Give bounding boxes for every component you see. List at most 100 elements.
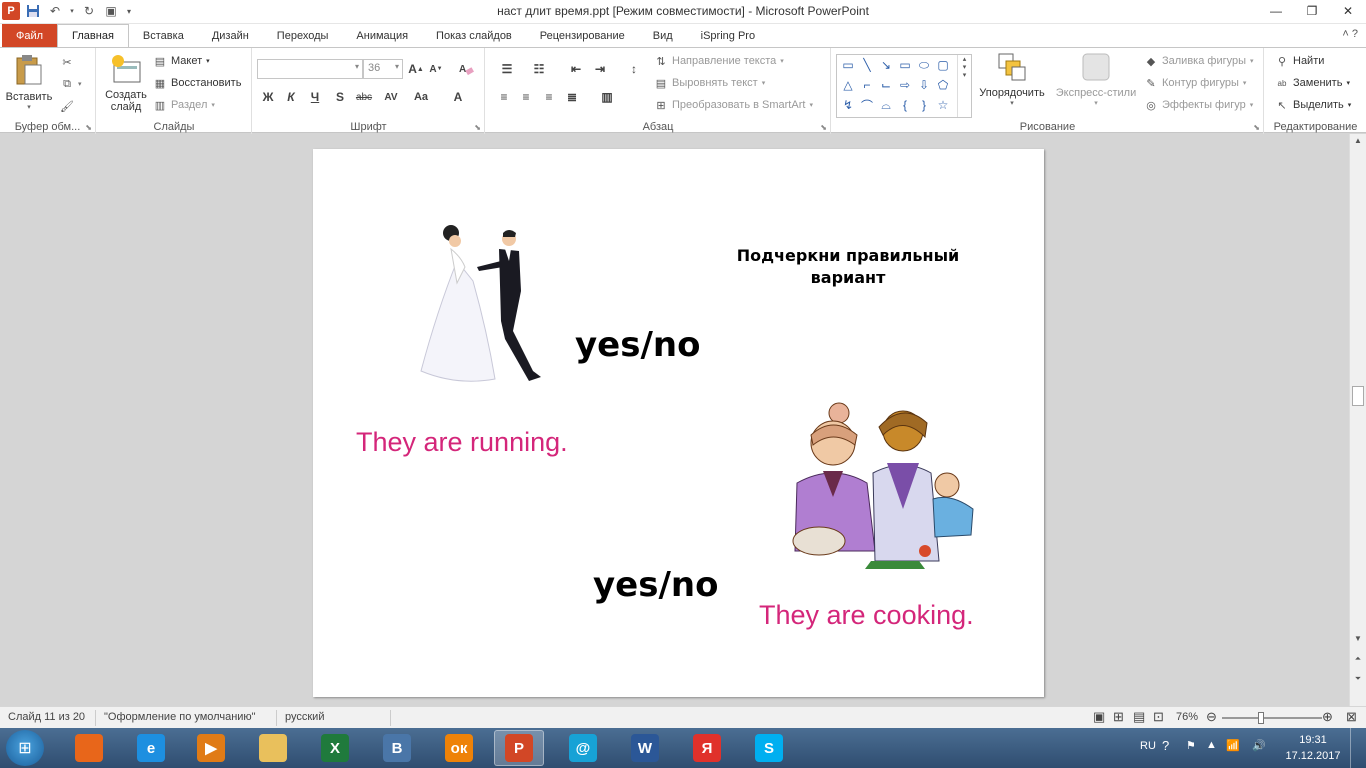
bullets-icon[interactable]: ☰ bbox=[494, 59, 520, 79]
underline-button[interactable]: Ч bbox=[306, 87, 324, 107]
help-tray-icon[interactable]: ? bbox=[1162, 738, 1169, 753]
right-brace-shape-icon[interactable]: } bbox=[915, 96, 933, 114]
tab-insert[interactable]: Вставка bbox=[129, 24, 198, 47]
undo-dropdown-icon[interactable]: ▾ bbox=[68, 2, 76, 20]
customize-qat-icon[interactable]: ▾ bbox=[124, 2, 134, 20]
sentence-cooking[interactable]: They are cooking. bbox=[759, 600, 974, 631]
reset-button[interactable]: ▦ Восстановить bbox=[153, 73, 242, 93]
arc-shape-icon[interactable]: ⌓ bbox=[877, 96, 895, 114]
shape-fill-button[interactable]: ◆ Заливка фигуры ▾ bbox=[1144, 51, 1254, 71]
new-slide-button[interactable]: Создать слайд bbox=[101, 54, 151, 113]
show-hidden-icons-icon[interactable]: ▲ bbox=[1206, 739, 1217, 751]
numbering-icon[interactable]: ☷ bbox=[526, 59, 552, 79]
next-slide-icon[interactable]: ⏷ bbox=[1350, 674, 1366, 684]
change-case-button[interactable]: Aa bbox=[409, 87, 433, 107]
clock-date[interactable]: 17.12.2017 bbox=[1284, 750, 1342, 762]
restore-icon[interactable]: ❐ bbox=[1294, 0, 1330, 22]
vertical-scrollbar[interactable]: ▲ ▼ ⏶ ⏷ bbox=[1349, 134, 1366, 706]
justify-icon[interactable]: ≣ bbox=[562, 87, 582, 107]
windows-start-icon[interactable]: ⊞ bbox=[6, 730, 44, 766]
language-indicator[interactable]: русский bbox=[285, 711, 324, 723]
clock-time[interactable]: 19:31 bbox=[1286, 734, 1340, 746]
shadow-button[interactable]: S bbox=[331, 87, 349, 107]
network-icon[interactable]: 📶 bbox=[1226, 739, 1240, 752]
slide-sorter-icon[interactable]: ⊞ bbox=[1113, 709, 1124, 725]
line-spacing-icon[interactable]: ↕ bbox=[622, 59, 646, 79]
cut-button[interactable]: ✂ bbox=[60, 52, 74, 72]
select-button[interactable]: ↖ Выделить ▾ bbox=[1275, 95, 1351, 115]
save-icon[interactable] bbox=[24, 2, 42, 20]
tab-transitions[interactable]: Переходы bbox=[263, 24, 343, 47]
new-slide-qat-icon[interactable]: ▣ bbox=[102, 2, 120, 20]
volume-icon[interactable]: 🔊 bbox=[1252, 739, 1266, 752]
right-arrow-shape-icon[interactable]: ⇨ bbox=[896, 76, 914, 94]
slideshow-view-icon[interactable]: ⊡ bbox=[1153, 709, 1164, 725]
taskbar-app-media-player[interactable]: ▶ bbox=[186, 730, 236, 766]
taskbar-app-word[interactable]: W bbox=[620, 730, 670, 766]
align-left-icon[interactable]: ≡ bbox=[494, 87, 514, 107]
line-shape-icon[interactable]: ╲ bbox=[858, 56, 876, 74]
zoom-out-icon[interactable]: ⊖ bbox=[1206, 709, 1217, 725]
copy-button[interactable]: ⧉ ▾ bbox=[60, 74, 81, 94]
fit-to-window-icon[interactable]: ⊠ bbox=[1346, 709, 1357, 725]
down-arrow-shape-icon[interactable]: ⇩ bbox=[915, 76, 933, 94]
taskbar-app-powerpoint[interactable]: P bbox=[494, 730, 544, 766]
theme-name[interactable]: "Оформление по умолчанию" bbox=[104, 711, 256, 723]
tab-design[interactable]: Дизайн bbox=[198, 24, 263, 47]
shapes-gallery[interactable]: ▭ ╲ ↘ ▭ ⬭ ▢ △ ⌐ ⌙ ⇨ ⇩ ⬠ ↯ ⌒ ⌓ { } ☆ ▴ ▾ ▾ bbox=[836, 54, 972, 118]
yes-no-choice-1[interactable]: yes/no bbox=[575, 325, 700, 365]
quick-styles-button[interactable]: Экспресс-стили ▾ bbox=[1052, 52, 1140, 107]
taskbar-app-mail-agent[interactable]: @ bbox=[558, 730, 608, 766]
paste-dropdown-icon[interactable]: ▾ bbox=[4, 103, 54, 111]
powerpoint-app-icon[interactable]: P bbox=[2, 2, 20, 20]
paste-button[interactable]: Вставить ▾ bbox=[4, 54, 54, 111]
grow-font-icon[interactable]: A ▲ bbox=[407, 59, 425, 79]
font-size-combo[interactable]: 36 ▾ bbox=[363, 59, 403, 79]
char-spacing-button[interactable]: AV bbox=[379, 87, 403, 107]
align-text-button[interactable]: ▤ Выровнять текст ▾ bbox=[654, 73, 765, 93]
cooking-family-image[interactable] bbox=[775, 401, 993, 577]
tab-review[interactable]: Рецензирование bbox=[526, 24, 639, 47]
normal-view-icon[interactable]: ▣ bbox=[1093, 709, 1105, 725]
textbox-shape-icon[interactable]: ▭ bbox=[839, 56, 857, 74]
taskbar-app-explorer[interactable] bbox=[248, 730, 298, 766]
decrease-indent-icon[interactable]: ⇤ bbox=[566, 59, 586, 79]
rectangle-shape-icon[interactable]: ▭ bbox=[896, 56, 914, 74]
dancing-couple-image[interactable] bbox=[417, 221, 551, 387]
tray-icon[interactable]: ⚑ bbox=[1186, 739, 1196, 752]
arrange-button[interactable]: Упорядочить ▾ bbox=[976, 52, 1048, 107]
zoom-slider[interactable] bbox=[1222, 712, 1322, 724]
smartart-button[interactable]: ⊞ Преобразовать в SmartArt ▾ bbox=[654, 95, 813, 115]
tab-animations[interactable]: Анимация bbox=[342, 24, 422, 47]
text-direction-button[interactable]: ⇅ Направление текста ▾ bbox=[654, 51, 783, 71]
reading-view-icon[interactable]: ▤ bbox=[1133, 709, 1145, 725]
zoom-level[interactable]: 76% bbox=[1176, 711, 1198, 723]
shrink-font-icon[interactable]: A ▼ bbox=[427, 59, 445, 79]
taskbar-app-firefox[interactable] bbox=[64, 730, 114, 766]
tab-slideshow[interactable]: Показ слайдов bbox=[422, 24, 526, 47]
keyboard-language[interactable]: RU bbox=[1140, 740, 1156, 752]
italic-button[interactable]: К bbox=[282, 87, 300, 107]
left-brace-shape-icon[interactable]: { bbox=[896, 96, 914, 114]
paragraph-launcher-icon[interactable]: ⬊ bbox=[820, 123, 827, 132]
find-button[interactable]: ⚲ Найти bbox=[1275, 51, 1324, 71]
strikethrough-button[interactable]: abc bbox=[353, 87, 375, 107]
slide-counter[interactable]: Слайд 11 из 20 bbox=[8, 711, 85, 723]
instruction-text[interactable]: Подчеркни правильный вариант bbox=[723, 245, 973, 289]
sentence-running[interactable]: They are running. bbox=[356, 427, 568, 458]
zoom-in-icon[interactable]: ⊕ bbox=[1322, 709, 1333, 725]
font-color-button[interactable]: A bbox=[449, 87, 467, 107]
close-icon[interactable]: ✕ bbox=[1330, 0, 1366, 22]
triangle-shape-icon[interactable]: △ bbox=[839, 76, 857, 94]
yes-no-choice-2[interactable]: yes/no bbox=[593, 565, 718, 605]
elbow-connector-shape-icon[interactable]: ⌐ bbox=[858, 76, 876, 94]
tab-ispring[interactable]: iSpring Pro bbox=[687, 24, 769, 47]
shapes-more-icon[interactable]: ▴ ▾ ▾ bbox=[957, 55, 971, 117]
taskbar-app-yandex[interactable]: Я bbox=[682, 730, 732, 766]
ribbon-collapse-icon[interactable]: ˄ ? bbox=[1342, 28, 1358, 40]
zoom-slider-thumb[interactable] bbox=[1258, 712, 1264, 724]
show-desktop-button[interactable] bbox=[1350, 728, 1366, 768]
arrow-line-shape-icon[interactable]: ↘ bbox=[877, 56, 895, 74]
shape-outline-button[interactable]: ✎ Контур фигуры ▾ bbox=[1144, 73, 1246, 93]
clear-formatting-icon[interactable]: A bbox=[455, 59, 477, 79]
